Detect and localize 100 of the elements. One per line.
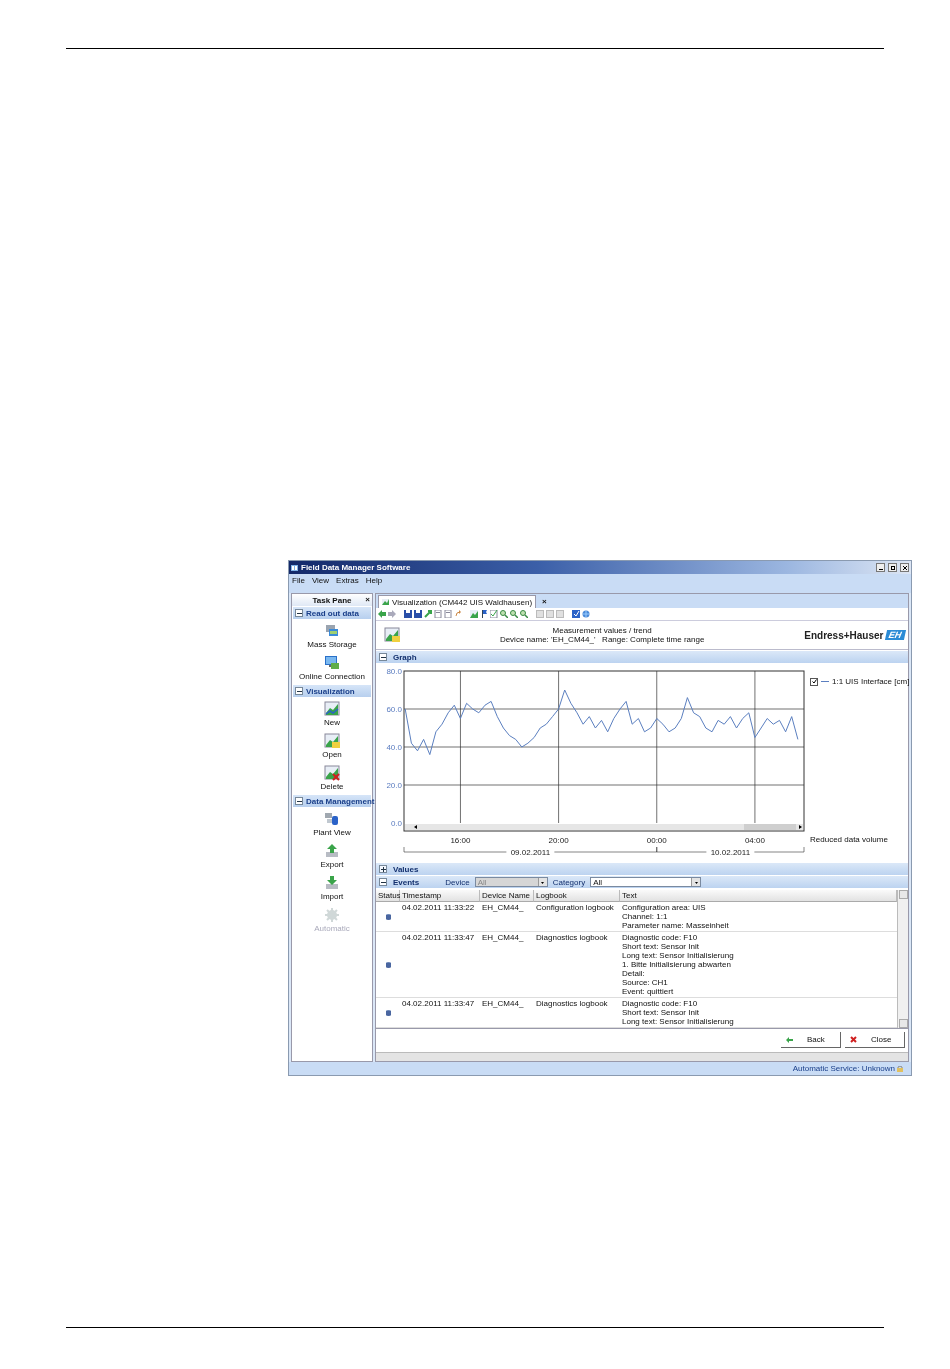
x-axis-label: 16:00 bbox=[450, 836, 471, 845]
task-item-label[interactable]: Mass Storage bbox=[307, 640, 357, 649]
table-cell: EH_CM44_ bbox=[480, 932, 534, 998]
chart-icon bbox=[382, 599, 389, 605]
zoom-icon[interactable] bbox=[500, 610, 508, 618]
database-icon bbox=[385, 913, 391, 920]
close-icon bbox=[902, 565, 907, 570]
task-item-label[interactable]: Plant View bbox=[313, 828, 351, 837]
collapse-icon[interactable] bbox=[295, 609, 303, 617]
close-button[interactable]: × bbox=[365, 595, 370, 604]
plant-view-icon bbox=[324, 811, 340, 827]
x-axis-label: 20:00 bbox=[548, 836, 569, 845]
document-icon[interactable] bbox=[444, 610, 452, 618]
close-button[interactable] bbox=[900, 563, 909, 572]
section-header[interactable]: Values bbox=[376, 863, 908, 875]
minimize-button[interactable] bbox=[876, 563, 885, 572]
curved-arrow-icon[interactable] bbox=[454, 610, 462, 618]
maximize-button[interactable] bbox=[888, 563, 897, 572]
collapse-icon[interactable] bbox=[295, 797, 303, 805]
scrollbar[interactable] bbox=[376, 1052, 908, 1061]
chart-scrollbar[interactable] bbox=[405, 824, 803, 830]
lock-icon bbox=[897, 1065, 903, 1072]
column-header[interactable]: Device Name bbox=[480, 890, 534, 902]
table-cell: Diagnostics logbook bbox=[534, 932, 620, 998]
expand-icon[interactable] bbox=[379, 865, 387, 873]
chart-folder-icon bbox=[384, 627, 400, 643]
back-button[interactable]: Back bbox=[781, 1032, 841, 1048]
table-cell: EH_CM44_ bbox=[480, 902, 534, 932]
header-title: Measurement values / trend bbox=[552, 626, 652, 635]
table-cell: Configuration logbook bbox=[534, 902, 620, 932]
section-header[interactable]: Read out data bbox=[293, 607, 371, 619]
table-cell: 04.02.2011 11:33:22 bbox=[400, 902, 480, 932]
header-subtitle: Device name: 'EH_CM44_' Range: Complete time range bbox=[499, 635, 705, 644]
x-axis-label: 04:00 bbox=[744, 836, 765, 845]
flag-icon[interactable] bbox=[480, 610, 488, 618]
column-header[interactable]: Text bbox=[620, 890, 897, 902]
chart-delete-icon bbox=[324, 765, 340, 781]
column-header[interactable]: Timestamp bbox=[400, 890, 480, 902]
table-cell: Diagnostics logbook bbox=[534, 998, 620, 1028]
table-cell: Diagnostic code: F10 Short text: Sensor Init Long text: Sensor Initialisierung bbox=[620, 998, 897, 1028]
collapse-icon[interactable] bbox=[295, 687, 303, 695]
table-cell: 04.02.2011 11:33:47 bbox=[400, 998, 480, 1028]
data-volume-note: Reduced data volume bbox=[810, 835, 889, 844]
table-cell: Configuration area: UIS Channel: 1:1 Parameter name: Masseinheit bbox=[620, 902, 897, 932]
window-title: Field Data Manager Software bbox=[301, 563, 411, 572]
brand-logo: Endress+Hauser bbox=[804, 629, 884, 641]
zoom-icon[interactable] bbox=[510, 610, 518, 618]
dropdown[interactable]: All bbox=[590, 877, 702, 887]
wrench-icon[interactable] bbox=[424, 610, 432, 618]
document-tab[interactable]: Visualization (CM442 UIS Waldhausen) bbox=[378, 595, 537, 608]
collapse-icon[interactable] bbox=[379, 653, 387, 661]
legend-line bbox=[821, 681, 829, 682]
forward-arrow-icon[interactable] bbox=[388, 610, 396, 618]
menu-item[interactable]: View bbox=[311, 576, 330, 585]
task-item-label[interactable]: Open bbox=[322, 750, 342, 759]
pane-title: Task Pane bbox=[312, 595, 352, 605]
export-icon bbox=[324, 843, 340, 859]
task-item-label[interactable]: Import bbox=[320, 892, 344, 901]
globe-icon[interactable] bbox=[582, 610, 590, 618]
close-button[interactable]: Close bbox=[845, 1032, 905, 1048]
close-button[interactable]: × bbox=[542, 596, 547, 606]
database-icon bbox=[385, 1009, 391, 1016]
section-header[interactable]: Graph bbox=[376, 651, 908, 663]
filter-label: Device bbox=[445, 877, 470, 887]
task-item-label[interactable]: Export bbox=[320, 860, 344, 869]
column-header[interactable]: Status bbox=[376, 890, 400, 902]
task-item-label[interactable]: New bbox=[324, 718, 340, 727]
y-axis-label: 60.0 bbox=[386, 705, 402, 714]
menu-item[interactable]: Help bbox=[365, 576, 383, 585]
date-label: 10.02.2011 bbox=[710, 848, 751, 857]
storage-device-icon bbox=[324, 623, 340, 639]
back-arrow-icon bbox=[786, 1036, 793, 1043]
task-item-label[interactable]: Online Connection bbox=[299, 672, 365, 681]
table-cell: EH_CM44_ bbox=[480, 998, 534, 1028]
checkbox-icon[interactable] bbox=[572, 610, 580, 618]
document-icon[interactable] bbox=[434, 610, 442, 618]
scrollbar[interactable] bbox=[897, 890, 908, 1028]
maximize-icon bbox=[890, 565, 895, 570]
menu-item[interactable]: Extras bbox=[336, 576, 359, 585]
app-icon bbox=[291, 564, 298, 571]
y-axis-label: 80.0 bbox=[386, 667, 402, 676]
zoom-icon[interactable] bbox=[520, 610, 528, 618]
y-axis-label: 40.0 bbox=[386, 743, 402, 752]
collapse-icon[interactable] bbox=[379, 878, 387, 886]
back-arrow-icon[interactable] bbox=[378, 610, 386, 618]
x-axis-label: 00:00 bbox=[646, 836, 667, 845]
caret-icon bbox=[691, 878, 701, 886]
column-header[interactable]: Logbook bbox=[534, 890, 620, 902]
y-axis-label: 20.0 bbox=[386, 781, 402, 790]
task-item-label[interactable]: Delete bbox=[320, 782, 344, 791]
filter-label: Category bbox=[552, 877, 586, 887]
checklist-icon[interactable] bbox=[490, 610, 498, 618]
menu-item[interactable]: File bbox=[292, 576, 305, 585]
legend-checkbox[interactable] bbox=[810, 677, 818, 686]
caret-icon bbox=[537, 878, 547, 886]
chart-icon bbox=[324, 701, 340, 717]
brand-mark: EH bbox=[885, 630, 907, 640]
section-header[interactable]: Visualization bbox=[293, 685, 371, 697]
chart-folder-icon bbox=[324, 733, 340, 749]
database-icon bbox=[385, 961, 391, 968]
